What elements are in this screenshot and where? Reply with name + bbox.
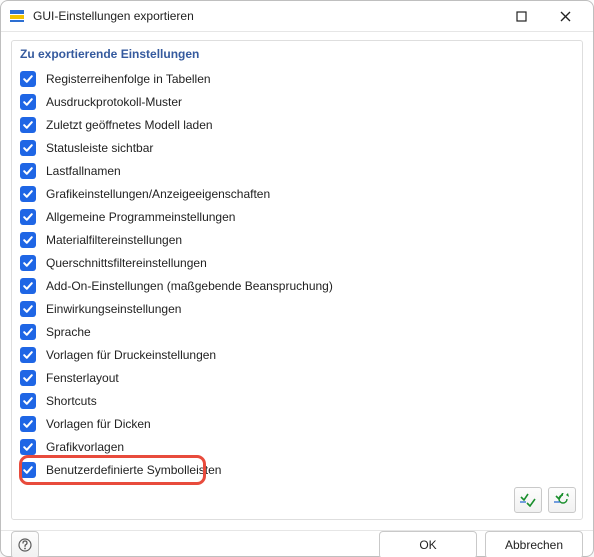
window-title: GUI-Einstellungen exportieren xyxy=(33,9,499,23)
list-item[interactable]: Add-On-Einstellungen (maßgebende Beanspr… xyxy=(18,274,576,297)
list-item[interactable]: Sprache xyxy=(18,320,576,343)
list-item[interactable]: Registerreihenfolge in Tabellen xyxy=(18,67,576,90)
checkbox[interactable] xyxy=(20,393,36,409)
list-item-label: Statusleiste sichtbar xyxy=(46,141,153,155)
dialog-footer: OK Abbrechen xyxy=(1,530,593,557)
checkbox[interactable] xyxy=(20,140,36,156)
title-bar: GUI-Einstellungen exportieren xyxy=(1,1,593,32)
checkbox[interactable] xyxy=(20,439,36,455)
list-item-label: Vorlagen für Dicken xyxy=(46,417,151,431)
reset-button[interactable] xyxy=(548,487,576,513)
help-button[interactable] xyxy=(11,531,39,557)
checkbox[interactable] xyxy=(20,301,36,317)
checkbox[interactable] xyxy=(20,232,36,248)
checkbox[interactable] xyxy=(20,209,36,225)
list-item-label: Shortcuts xyxy=(46,394,97,408)
app-icon xyxy=(9,8,25,24)
list-item[interactable]: Querschnittsfiltereinstellungen xyxy=(18,251,576,274)
list-item[interactable]: Shortcuts xyxy=(18,389,576,412)
checkbox[interactable] xyxy=(20,370,36,386)
list-item[interactable]: Fensterlayout xyxy=(18,366,576,389)
list-item-label: Zuletzt geöffnetes Modell laden xyxy=(46,118,213,132)
list-item-label: Allgemeine Programmeinstellungen xyxy=(46,210,235,224)
list-item[interactable]: Grafikvorlagen xyxy=(18,435,576,458)
checkbox[interactable] xyxy=(20,94,36,110)
list-item[interactable]: Materialfiltereinstellungen xyxy=(18,228,576,251)
list-item[interactable]: Statusleiste sichtbar xyxy=(18,136,576,159)
list-item-label: Einwirkungseinstellungen xyxy=(46,302,181,316)
list-item-label: Registerreihenfolge in Tabellen xyxy=(46,72,211,86)
list-item-label: Querschnittsfiltereinstellungen xyxy=(46,256,207,270)
settings-group: Zu exportierende Einstellungen Registerr… xyxy=(11,40,583,520)
checkbox[interactable] xyxy=(20,71,36,87)
group-toolbar xyxy=(18,481,576,513)
list-item-label: Lastfallnamen xyxy=(46,164,121,178)
list-item[interactable]: Vorlagen für Druckeinstellungen xyxy=(18,343,576,366)
close-button[interactable] xyxy=(543,1,587,31)
list-item-label: Materialfiltereinstellungen xyxy=(46,233,182,247)
list-item-label: Ausdruckprotokoll-Muster xyxy=(46,95,182,109)
dialog-window: GUI-Einstellungen exportieren Zu exporti… xyxy=(0,0,594,557)
list-item[interactable]: Allgemeine Programmeinstellungen xyxy=(18,205,576,228)
list-item[interactable]: Einwirkungseinstellungen xyxy=(18,297,576,320)
checkbox[interactable] xyxy=(20,255,36,271)
checkbox[interactable] xyxy=(20,347,36,363)
list-item-label: Vorlagen für Druckeinstellungen xyxy=(46,348,216,362)
checkbox[interactable] xyxy=(20,117,36,133)
list-item[interactable]: Ausdruckprotokoll-Muster xyxy=(18,90,576,113)
list-item-label: Add-On-Einstellungen (maßgebende Beanspr… xyxy=(46,279,333,293)
dialog-body: Zu exportierende Einstellungen Registerr… xyxy=(1,32,593,530)
checkbox[interactable] xyxy=(20,186,36,202)
list-item[interactable]: Lastfallnamen xyxy=(18,159,576,182)
ok-button-label: OK xyxy=(419,538,436,552)
maximize-button[interactable] xyxy=(499,1,543,31)
list-item-label: Grafikeinstellungen/Anzeigeeigenschaften xyxy=(46,187,270,201)
list-item[interactable]: Vorlagen für Dicken xyxy=(18,412,576,435)
checkbox[interactable] xyxy=(20,278,36,294)
list-item[interactable]: Benutzerdefinierte Symbolleisten xyxy=(18,458,576,481)
cancel-button-label: Abbrechen xyxy=(505,538,563,552)
list-item[interactable]: Zuletzt geöffnetes Modell laden xyxy=(18,113,576,136)
settings-list: Registerreihenfolge in Tabellen Ausdruckp… xyxy=(18,67,576,481)
ok-button[interactable]: OK xyxy=(379,531,477,557)
select-all-button[interactable] xyxy=(514,487,542,513)
list-item[interactable]: Grafikeinstellungen/Anzeigeeigenschaften xyxy=(18,182,576,205)
group-header: Zu exportierende Einstellungen xyxy=(18,45,576,67)
cancel-button[interactable]: Abbrechen xyxy=(485,531,583,557)
checkbox[interactable] xyxy=(20,416,36,432)
checkbox[interactable] xyxy=(20,324,36,340)
checkbox[interactable] xyxy=(20,462,36,478)
list-item-label: Grafikvorlagen xyxy=(46,440,124,454)
list-item-label: Benutzerdefinierte Symbolleisten xyxy=(46,463,221,477)
list-item-label: Fensterlayout xyxy=(46,371,119,385)
checkbox[interactable] xyxy=(20,163,36,179)
list-item-label: Sprache xyxy=(46,325,91,339)
